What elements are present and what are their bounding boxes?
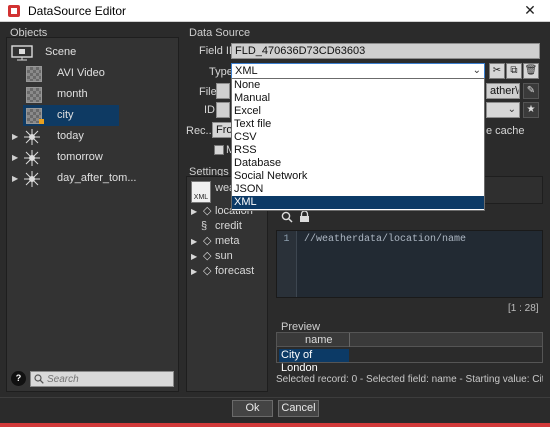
expand-arrow-icon[interactable]: ▶ xyxy=(191,204,197,219)
folder-button[interactable] xyxy=(216,83,230,99)
cursor-position: [1 : 28] xyxy=(508,303,539,314)
bottom-accent-bar xyxy=(0,423,550,427)
option-json[interactable]: JSON xyxy=(232,183,484,196)
objects-tree: Scene AVI Video month city ▶ today ▶ tom… xyxy=(6,37,179,392)
tree-item-label: month xyxy=(57,88,88,100)
option-manual[interactable]: Manual xyxy=(232,92,484,105)
search-box[interactable] xyxy=(30,371,174,387)
chevron-down-icon: ⌄ xyxy=(507,104,516,115)
search-input[interactable] xyxy=(31,372,173,386)
option-csv[interactable]: CSV xyxy=(232,131,484,144)
lock-icon[interactable] xyxy=(299,210,310,223)
option-none[interactable]: None xyxy=(232,79,484,92)
expand-arrow-icon[interactable]: ▶ xyxy=(12,168,18,189)
expand-arrow-icon[interactable]: ▶ xyxy=(191,234,197,249)
tree-item-city[interactable]: city xyxy=(7,105,178,126)
xpath-editor[interactable]: 1 //weatherdata/location/name xyxy=(276,230,543,298)
node-icon xyxy=(24,150,40,166)
tree-item-tomorrow[interactable]: ▶ tomorrow xyxy=(7,147,178,168)
option-rss[interactable]: RSS xyxy=(232,144,484,157)
copy-button[interactable]: ⧉ xyxy=(506,63,522,79)
preview-cell[interactable]: City of London xyxy=(279,349,349,374)
settings-item-label: meta xyxy=(215,235,240,247)
status-text: Selected record: 0 - Selected field: nam… xyxy=(276,374,543,385)
monitor-icon xyxy=(11,45,33,61)
preview-column-header[interactable]: name xyxy=(305,334,333,346)
column-divider xyxy=(349,333,350,347)
tree-item-label: tomorrow xyxy=(57,151,103,163)
m-checkbox[interactable] xyxy=(214,145,224,155)
settings-item-label: forecast xyxy=(215,265,255,277)
tree-item-label: today xyxy=(57,130,84,142)
option-xml[interactable]: XML xyxy=(232,196,484,209)
id-dropdown[interactable]: ⌄ xyxy=(486,102,520,118)
file-path-input[interactable]: ather\ov xyxy=(486,83,520,99)
field-id-input[interactable]: FLD_470636D73CD63603 xyxy=(231,43,540,59)
tree-item-day-after-tomorrow[interactable]: ▶ day_after_tom... xyxy=(7,168,178,189)
tree-item-today[interactable]: ▶ today xyxy=(7,126,178,147)
divider xyxy=(0,397,550,398)
search-icon xyxy=(34,374,44,384)
tree-item-month[interactable]: month xyxy=(7,84,178,105)
preview-header-row: name xyxy=(277,333,542,347)
expand-arrow-icon[interactable]: ▶ xyxy=(191,249,197,264)
xpath-code: //weatherdata/location/name xyxy=(304,234,467,245)
tree-item-avi-video[interactable]: AVI Video xyxy=(7,63,178,84)
app-icon xyxy=(8,5,20,17)
node-icon xyxy=(24,129,40,145)
tree-item-label: AVI Video xyxy=(57,67,105,79)
option-text-file[interactable]: Text file xyxy=(232,118,484,131)
option-excel[interactable]: Excel xyxy=(232,105,484,118)
id-input[interactable] xyxy=(216,102,230,118)
cache-checkbox-label: e cache xyxy=(486,125,525,137)
edit-pencil-button[interactable]: ✎ xyxy=(523,83,539,99)
cancel-button[interactable]: Cancel xyxy=(278,400,319,417)
expand-arrow-icon[interactable]: ▶ xyxy=(191,264,197,279)
id-label: ID xyxy=(204,104,215,116)
type-dropdown-list: None Manual Excel Text file CSV RSS Data… xyxy=(231,78,485,211)
option-database[interactable]: Database xyxy=(232,157,484,170)
settings-item-label: credit xyxy=(215,220,242,232)
tree-item-label: day_after_tom... xyxy=(57,172,137,184)
xml-file-icon: XML xyxy=(191,181,211,203)
diamond-icon: ◇ xyxy=(203,235,212,247)
data-source-heading: Data Source xyxy=(189,27,251,39)
window-title: DataSource Editor xyxy=(28,4,127,18)
diamond-icon: ◇ xyxy=(203,265,212,277)
scissors-button[interactable]: ✂ xyxy=(489,63,505,79)
star-button[interactable]: ★ xyxy=(523,102,539,118)
help-button[interactable]: ? xyxy=(11,371,26,386)
expand-arrow-icon[interactable]: ▶ xyxy=(12,147,18,168)
title-bar: DataSource Editor ✕ xyxy=(0,0,550,22)
diamond-icon: ◇ xyxy=(203,250,212,262)
link-icon: § xyxy=(201,220,208,232)
thumbnail-icon xyxy=(26,87,42,103)
ok-button[interactable]: Ok xyxy=(232,400,273,417)
file-label: File xyxy=(199,86,217,98)
close-button[interactable]: ✕ xyxy=(520,2,540,20)
diamond-icon: ◇ xyxy=(203,205,212,217)
node-icon xyxy=(24,171,40,187)
line-number: 1 xyxy=(277,231,297,297)
type-select[interactable]: XML ⌄ xyxy=(231,63,485,79)
delete-button[interactable]: 🗑 xyxy=(523,63,539,79)
type-select-value: XML xyxy=(235,65,258,77)
settings-item-label: sun xyxy=(215,250,233,262)
chevron-down-icon: ⌄ xyxy=(472,65,481,76)
tree-item-label: city xyxy=(57,109,74,121)
option-social-network[interactable]: Social Network xyxy=(232,170,484,183)
expand-arrow-icon[interactable]: ▶ xyxy=(12,126,18,147)
search-icon[interactable] xyxy=(281,211,293,223)
tree-item-label: Scene xyxy=(45,46,77,58)
record-label: Rec... xyxy=(186,125,215,137)
badge-icon xyxy=(39,119,44,124)
preview-table: name City of London xyxy=(276,332,543,374)
tree-item-scene[interactable]: Scene xyxy=(7,42,178,63)
record-dropdown[interactable]: Fron xyxy=(212,122,232,138)
thumbnail-icon xyxy=(26,66,42,82)
type-label: Type xyxy=(209,66,233,78)
